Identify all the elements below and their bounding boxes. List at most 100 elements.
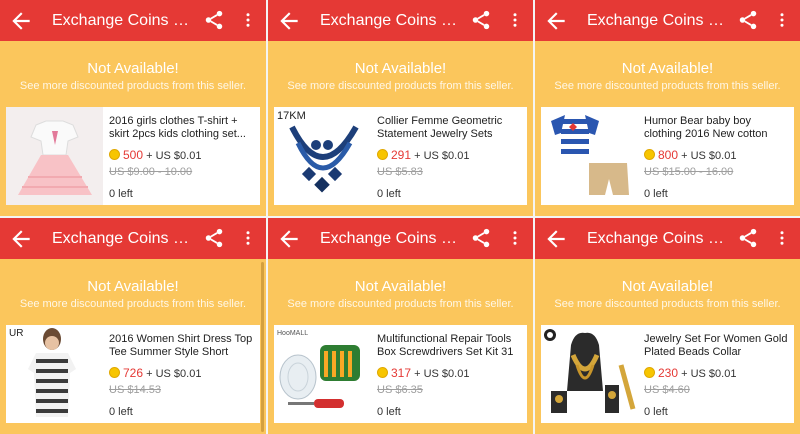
app-bar: Exchange Coins for...	[268, 218, 533, 259]
more-vert-icon[interactable]	[773, 9, 791, 31]
page-title: Exchange Coins for...	[52, 12, 192, 29]
product-name[interactable]: Multifunctional Repair Tools Box Screwdr…	[377, 333, 521, 359]
panel-2: Exchange Coins for... Not Available! See…	[268, 0, 533, 216]
not-available-title: Not Available!	[621, 60, 714, 77]
coin-icon	[109, 149, 120, 160]
more-vert-icon[interactable]	[506, 9, 524, 31]
cash-price: + US $0.01	[414, 150, 470, 162]
share-icon[interactable]	[203, 227, 225, 249]
see-more-link[interactable]: See more discounted products from this s…	[535, 80, 800, 93]
back-arrow-icon[interactable]	[276, 8, 302, 34]
back-arrow-icon[interactable]	[276, 226, 302, 252]
not-available-title: Not Available!	[87, 60, 179, 77]
product-name[interactable]: 2016 Women Shirt Dress Top Tee Summer St…	[109, 333, 254, 359]
coin-price: 291	[391, 148, 412, 162]
product-name[interactable]: Collier Femme Geometric Statement Jewelr…	[377, 115, 521, 141]
price-row: 291 + US $0.01	[377, 149, 521, 163]
stock-left: 0 left	[644, 406, 668, 418]
gold-jewelry-icon	[541, 325, 638, 423]
not-available-title: Not Available!	[354, 60, 447, 77]
stock-left: 0 left	[377, 406, 401, 418]
not-available-title: Not Available!	[621, 278, 714, 295]
page-title: Exchange Coins for...	[320, 230, 460, 247]
product-card[interactable]: 17KM Collier Femme Geometric Statement J…	[274, 107, 527, 205]
page-title: Exchange Coins for...	[587, 12, 727, 29]
screwdriver-kit-icon: HooMALL	[274, 325, 371, 423]
product-card[interactable]: HooMALL Multifunctional Repair Tools Box…	[274, 325, 527, 423]
product-image: UR	[6, 325, 103, 423]
back-arrow-icon[interactable]	[8, 8, 34, 34]
product-card[interactable]: Jewelry Set For Women Gold Plated Beads …	[541, 325, 794, 423]
panel-5: Exchange Coins for... Not Available! See…	[268, 218, 533, 434]
share-icon[interactable]	[737, 227, 759, 249]
price-row: 500 + US $0.01	[109, 149, 254, 163]
coin-price: 726	[123, 366, 144, 380]
price-row: 800 + US $0.01	[644, 149, 788, 163]
product-card[interactable]: Humor Bear baby boy clothing 2016 New co…	[541, 107, 794, 205]
scrollbar[interactable]	[261, 262, 264, 432]
panel-1: Exchange Coins for... Not Available! See…	[0, 0, 266, 216]
more-vert-icon[interactable]	[239, 227, 257, 249]
stock-left: 0 left	[377, 188, 401, 200]
girls-dress-icon	[6, 107, 103, 205]
share-icon[interactable]	[203, 9, 225, 31]
coin-price: 317	[391, 366, 412, 380]
see-more-link[interactable]: See more discounted products from this s…	[0, 80, 266, 93]
product-card[interactable]: 2016 girls clothes T-shirt + skirt 2pcs …	[6, 107, 260, 205]
striped-dress-icon: UR	[6, 325, 103, 423]
back-arrow-icon[interactable]	[543, 8, 569, 34]
share-icon[interactable]	[470, 9, 492, 31]
more-vert-icon[interactable]	[239, 9, 257, 31]
stock-left: 0 left	[109, 188, 133, 200]
panel-4: Exchange Coins for... Not Available! See…	[0, 218, 266, 434]
share-icon[interactable]	[470, 227, 492, 249]
product-image	[6, 107, 103, 205]
see-more-link[interactable]: See more discounted products from this s…	[268, 298, 533, 311]
price-row: 230 + US $0.01	[644, 367, 788, 381]
product-card[interactable]: UR 2016 Women Shirt Dress Top Tee Summer…	[6, 325, 260, 423]
necklace-icon: 17KM	[274, 107, 371, 205]
original-price: US $15.00 - 16.00	[644, 166, 734, 178]
coin-icon	[377, 149, 388, 160]
back-arrow-icon[interactable]	[543, 226, 569, 252]
original-price: US $9.00 - 10.00	[109, 166, 193, 178]
coin-price: 230	[658, 366, 679, 380]
price-row: 726 + US $0.01	[109, 367, 254, 381]
coin-icon	[109, 367, 120, 378]
svg-text:HooMALL: HooMALL	[277, 330, 308, 337]
product-name[interactable]: 2016 girls clothes T-shirt + skirt 2pcs …	[109, 115, 254, 141]
panel-3: Exchange Coins for... Not Available! See…	[535, 0, 800, 216]
see-more-link[interactable]: See more discounted products from this s…	[535, 298, 800, 311]
cash-price: + US $0.01	[414, 368, 470, 380]
see-more-link[interactable]: See more discounted products from this s…	[0, 298, 266, 311]
back-arrow-icon[interactable]	[8, 226, 34, 252]
more-vert-icon[interactable]	[506, 227, 524, 249]
coin-icon	[644, 149, 655, 160]
panel-6: Exchange Coins for... Not Available! See…	[535, 218, 800, 434]
product-name[interactable]: Humor Bear baby boy clothing 2016 New co…	[644, 115, 788, 141]
app-bar: Exchange Coins for...	[535, 0, 800, 41]
coin-price: 800	[658, 148, 679, 162]
coin-price: 500	[123, 148, 144, 162]
see-more-link[interactable]: See more discounted products from this s…	[268, 80, 533, 93]
cash-price: + US $0.01	[146, 368, 202, 380]
cash-price: + US $0.01	[681, 150, 737, 162]
app-bar: Exchange Coins for...	[0, 218, 266, 259]
original-price: US $14.53	[109, 384, 161, 396]
page-title: Exchange Coins for...	[320, 12, 460, 29]
product-image: 17KM	[274, 107, 371, 205]
coin-icon	[377, 367, 388, 378]
original-price: US $6.35	[377, 384, 423, 396]
share-icon[interactable]	[737, 9, 759, 31]
cash-price: + US $0.01	[146, 150, 202, 162]
product-name[interactable]: Jewelry Set For Women Gold Plated Beads …	[644, 333, 788, 359]
more-vert-icon[interactable]	[773, 227, 791, 249]
brand-mark: 17KM	[277, 110, 306, 122]
cash-price: + US $0.01	[681, 368, 737, 380]
price-row: 317 + US $0.01	[377, 367, 521, 381]
app-bar: Exchange Coins for...	[268, 0, 533, 41]
app-bar: Exchange Coins for...	[0, 0, 266, 41]
product-image	[541, 325, 638, 423]
coin-icon	[644, 367, 655, 378]
not-available-title: Not Available!	[87, 278, 179, 295]
